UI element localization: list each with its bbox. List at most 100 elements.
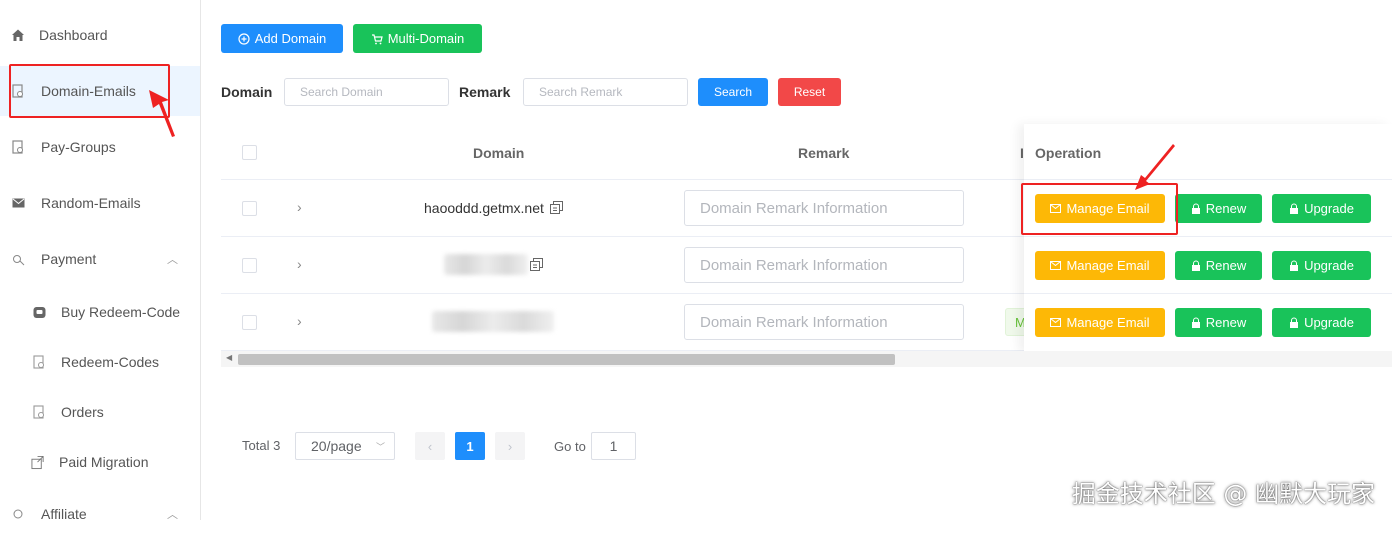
mail-icon	[1050, 261, 1062, 270]
home-icon	[11, 28, 25, 42]
redacted-domain	[444, 254, 528, 275]
sidebar-item-orders[interactable]: Orders	[0, 387, 200, 437]
sidebar-item-label: Redeem-Codes	[61, 354, 160, 370]
sidebar-item-paid-migration[interactable]: Paid Migration	[0, 437, 200, 487]
goto-page-input[interactable]: 1	[591, 432, 636, 460]
column-header-domain: Domain	[473, 145, 525, 161]
sidebar-item-random-emails[interactable]: Random-Emails	[0, 178, 200, 228]
upgrade-button[interactable]: Upgrade	[1272, 308, 1371, 337]
sidebar-item-label: Pay-Groups	[41, 139, 116, 155]
next-page-button[interactable]: ›	[495, 432, 525, 460]
manage-email-button[interactable]: Manage Email	[1035, 308, 1165, 337]
expand-row-icon[interactable]: ›	[297, 199, 302, 215]
upgrade-button[interactable]: Upgrade	[1272, 251, 1371, 280]
goto-label: Go to	[554, 439, 586, 454]
renew-label: Renew	[1205, 258, 1247, 273]
scrollbar-thumb[interactable]	[238, 354, 895, 365]
page-size-select[interactable]: 20/page ﹀	[295, 432, 395, 460]
upgrade-label: Upgrade	[1304, 201, 1354, 216]
sidebar-item-label: Orders	[61, 404, 104, 420]
row-checkbox[interactable]	[242, 315, 257, 330]
lock-icon	[1191, 317, 1200, 328]
pagination-total: Total 3	[242, 438, 281, 453]
add-domain-button[interactable]: Add Domain	[221, 24, 343, 53]
lock-icon	[1191, 260, 1200, 271]
sidebar-item-affiliate[interactable]: Affiliate ︿	[0, 489, 200, 539]
remark-input[interactable]: Domain Remark Information	[684, 190, 964, 226]
sidebar-item-dashboard[interactable]: Dashboard	[0, 10, 200, 60]
remark-input[interactable]: Domain Remark Information	[684, 247, 964, 283]
lock-icon	[1290, 203, 1299, 214]
expand-row-icon[interactable]: ›	[297, 313, 302, 329]
renew-button[interactable]: Renew	[1175, 251, 1262, 280]
chevron-up-icon[interactable]: ︿	[167, 251, 178, 267]
add-domain-label: Add Domain	[254, 31, 327, 46]
prev-page-button[interactable]: ‹	[415, 432, 445, 460]
domain-filter-label: Domain	[221, 84, 273, 100]
page-size-value: 20/page	[311, 438, 362, 454]
mail-icon	[11, 196, 25, 210]
table-divider	[1024, 236, 1392, 237]
page-button-active[interactable]: 1	[455, 432, 485, 460]
sidebar-item-buy-redeem-code[interactable]: Buy Redeem-Code	[0, 287, 200, 337]
group-icon	[11, 140, 25, 154]
select-all-checkbox[interactable]	[242, 145, 257, 160]
plus-circle-icon	[238, 32, 250, 45]
table-divider	[1024, 179, 1392, 180]
sidebar-item-label: Paid Migration	[59, 454, 149, 470]
column-header-operation: Operation	[1035, 145, 1102, 161]
renew-label: Renew	[1205, 315, 1247, 330]
reset-button[interactable]: Reset	[778, 78, 841, 106]
manage-email-label: Manage Email	[1066, 315, 1150, 330]
manage-email-label: Manage Email	[1066, 258, 1150, 273]
search-button[interactable]: Search	[698, 78, 768, 106]
affiliate-icon	[11, 507, 25, 521]
search-remark-input[interactable]: Search Remark	[523, 78, 688, 106]
remark-filter-label: Remark	[459, 84, 511, 100]
sidebar-item-label: Random-Emails	[41, 195, 141, 211]
upgrade-label: Upgrade	[1304, 258, 1354, 273]
search-remark-placeholder: Search Remark	[539, 85, 623, 99]
copy-icon[interactable]	[550, 201, 563, 214]
payment-icon	[11, 252, 25, 266]
orders-icon	[32, 405, 46, 419]
column-header-remark: Remark	[798, 145, 850, 161]
table-divider	[1024, 293, 1392, 294]
sidebar-item-payment[interactable]: Payment ︿	[0, 234, 200, 284]
row-checkbox[interactable]	[242, 258, 257, 273]
upgrade-label: Upgrade	[1304, 315, 1354, 330]
sidebar-item-label: Dashboard	[39, 27, 108, 43]
watermark: 掘金技术社区 @ 幽默大玩家	[1071, 480, 1375, 508]
remark-placeholder: Domain Remark Information	[700, 199, 888, 217]
cart-icon	[371, 33, 383, 44]
remark-input[interactable]: Domain Remark Information	[684, 304, 964, 340]
sidebar-item-label: Payment	[41, 251, 97, 267]
renew-button[interactable]: Renew	[1175, 308, 1262, 337]
scroll-left-icon[interactable]: ◀	[226, 353, 232, 362]
renew-button[interactable]: Renew	[1175, 194, 1262, 223]
sidebar-item-redeem-codes[interactable]: Redeem-Codes	[0, 337, 200, 387]
manage-email-button[interactable]: Manage Email	[1035, 251, 1165, 280]
multi-domain-label: Multi-Domain	[387, 31, 465, 46]
renew-label: Renew	[1205, 201, 1247, 216]
redacted-domain	[432, 311, 554, 332]
remark-placeholder: Domain Remark Information	[700, 256, 888, 274]
upgrade-button[interactable]: Upgrade	[1272, 194, 1371, 223]
lock-icon	[1191, 203, 1200, 214]
arrow-annotation-icon	[149, 90, 175, 137]
cart-icon	[32, 305, 46, 319]
migration-icon	[31, 455, 45, 469]
multi-domain-button[interactable]: Multi-Domain	[353, 24, 482, 53]
remark-placeholder: Domain Remark Information	[700, 313, 888, 331]
code-icon	[32, 355, 46, 369]
search-domain-placeholder: Search Domain	[300, 85, 383, 99]
search-domain-input[interactable]: Search Domain	[284, 78, 449, 106]
lock-icon	[1290, 317, 1299, 328]
row-checkbox[interactable]	[242, 201, 257, 216]
domain-name: haooddd.getmx.net	[424, 200, 544, 216]
lock-icon	[1290, 260, 1299, 271]
arrow-annotation-icon	[1135, 144, 1175, 190]
chevron-down-icon: ﹀	[375, 442, 385, 452]
expand-row-icon[interactable]: ›	[297, 256, 302, 272]
copy-icon[interactable]	[530, 258, 543, 271]
